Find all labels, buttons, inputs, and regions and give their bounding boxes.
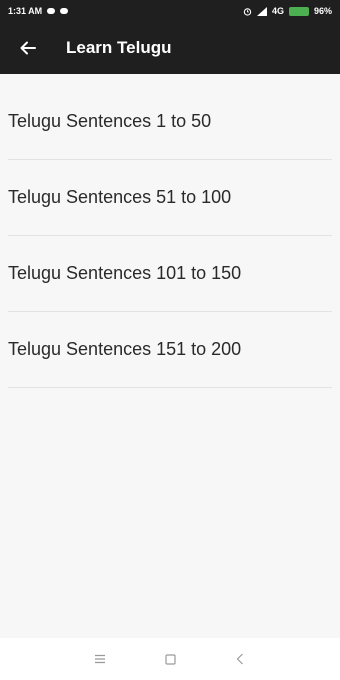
home-square-icon [164, 653, 176, 665]
list-item-1-50[interactable]: Telugu Sentences 1 to 50 [8, 84, 332, 160]
alarm-icon [243, 7, 252, 16]
battery-level: 96% [313, 6, 332, 16]
chat-icon [60, 8, 69, 14]
list-item-label: Telugu Sentences 151 to 200 [8, 339, 242, 359]
list-item-101-150[interactable]: Telugu Sentences 101 to 150 [8, 236, 332, 312]
list-item-label: Telugu Sentences 51 to 100 [8, 187, 232, 207]
network-type: 4G [271, 6, 284, 16]
battery-icon [288, 6, 309, 16]
status-bar: 1:31 AM 4G 96% [0, 0, 340, 22]
list-item-label: Telugu Sentences 1 to 50 [8, 111, 212, 131]
status-right: 4G 96% [243, 6, 332, 16]
system-nav-bar [0, 638, 340, 680]
page-title: Learn Telugu [66, 38, 172, 57]
menu-icon [95, 654, 105, 664]
recents-button[interactable] [90, 649, 110, 669]
signal-icon [256, 6, 267, 16]
list-item-label: Telugu Sentences 101 to 150 [8, 263, 242, 283]
arrow-left-icon [20, 41, 36, 55]
list-item-151-200[interactable]: Telugu Sentences 151 to 200 [8, 312, 332, 388]
back-chevron-icon [236, 653, 243, 665]
back-button[interactable] [0, 22, 56, 74]
home-button[interactable] [160, 649, 180, 669]
status-left: 1:31 AM [8, 6, 69, 16]
status-time: 1:31 AM [8, 6, 43, 16]
message-icon [47, 8, 56, 14]
list-item-51-100[interactable]: Telugu Sentences 51 to 100 [8, 160, 332, 236]
system-back-button[interactable] [230, 649, 250, 669]
sentence-list: Telugu Sentences 1 to 50 Telugu Sentence… [0, 84, 340, 388]
app-bar: Learn Telugu [0, 22, 340, 74]
